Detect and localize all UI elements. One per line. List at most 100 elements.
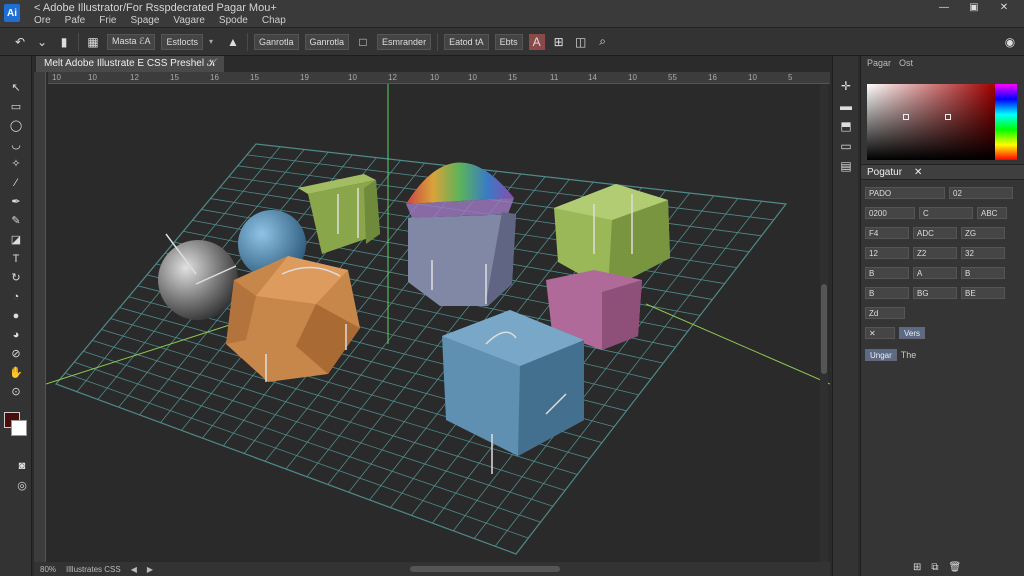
hue-slider[interactable]	[995, 84, 1017, 160]
stroke-toggle[interactable]: B	[865, 287, 909, 299]
brush-tool-icon[interactable]: ✎	[0, 211, 32, 230]
edit-field[interactable]: Eatod tA	[444, 33, 489, 50]
menu-item-pafe[interactable]: Pafe	[65, 15, 86, 26]
z-field[interactable]: ZG	[961, 227, 1005, 239]
version-icon[interactable]: ✕	[865, 327, 895, 339]
rotate-y-field[interactable]: Z2	[913, 247, 957, 259]
new-layer-icon[interactable]: ⊞	[913, 562, 921, 573]
search-icon[interactable]: ⌕	[595, 34, 611, 50]
layer-icon[interactable]: ▬	[833, 96, 859, 116]
type-tool-icon[interactable]: T	[0, 249, 32, 268]
nav-next-icon[interactable]: ▶	[147, 565, 153, 574]
stroke-swatch[interactable]	[11, 420, 27, 436]
menu-item-chap[interactable]: Chap	[262, 15, 286, 26]
hand-tool-icon[interactable]: ✋	[0, 363, 32, 382]
minimize-button[interactable]: —	[930, 0, 958, 14]
scale-tool-icon[interactable]: ⊘	[0, 344, 32, 363]
ungroup-button[interactable]: Ungar	[865, 349, 897, 361]
rotate-x-field[interactable]: 12	[865, 247, 909, 259]
move-icon[interactable]: ✛	[833, 76, 859, 96]
eyedropper-icon[interactable]: ⁄	[0, 173, 32, 192]
align-icon[interactable]: ▭	[833, 136, 859, 156]
warp-tool-icon[interactable]: ◔	[0, 287, 32, 306]
artboard-tool-icon[interactable]: ◪	[0, 230, 32, 249]
text-frame-icon[interactable]: ⊞	[551, 34, 567, 50]
magic-wand-icon[interactable]: ✧	[0, 154, 32, 173]
triangle-icon[interactable]: ▲	[225, 34, 241, 50]
settings-icon[interactable]: ◉	[1002, 34, 1018, 50]
zoom-level[interactable]: 80%	[40, 565, 56, 574]
width-field[interactable]: 0200	[865, 207, 915, 219]
y-field[interactable]: ADC	[913, 227, 957, 239]
duplicate-icon[interactable]: ⧉	[931, 562, 938, 573]
library-icon[interactable]: ▤	[833, 156, 859, 176]
horizontal-ruler: 10 10 12 15 16 15 19 10 12 10 10 15 11 1…	[48, 72, 830, 84]
back-arrow-icon[interactable]: ↶	[12, 34, 28, 50]
align-toggle[interactable]: A	[913, 267, 957, 279]
color-icon[interactable]: A	[528, 33, 545, 50]
app-logo: Ai	[4, 4, 20, 22]
chevron-down-icon[interactable]: ▾	[209, 37, 219, 46]
ebts-field[interactable]: Ebts	[494, 33, 523, 50]
effect-toggle[interactable]: BE	[961, 287, 1005, 299]
color-marker-2[interactable]	[945, 114, 951, 120]
rotate-z-field[interactable]: 32	[961, 247, 1005, 259]
tab-pagar[interactable]: Pagar	[867, 58, 891, 68]
frame-icon[interactable]: ◫	[573, 34, 589, 50]
button-suffix-label: The	[900, 350, 917, 360]
gray-sphere	[158, 240, 238, 320]
effects-field[interactable]: Estlocts	[161, 33, 203, 50]
lasso-tool-icon[interactable]: ◡	[0, 135, 32, 154]
document-tab[interactable]: Melt Adobe Illustrate E CSS Preshel 𝒦	[36, 56, 225, 72]
ruler-mark: 16	[210, 73, 219, 82]
delete-icon[interactable]: 🗑	[949, 562, 962, 573]
menu-item-spage[interactable]: Spage	[130, 15, 159, 26]
menu-item-spode[interactable]: Spode	[219, 15, 248, 26]
grid-icon[interactable]: ▦	[85, 34, 101, 50]
close-button[interactable]: ✕	[990, 0, 1018, 14]
zoom-tool-icon[interactable]: ⊙	[0, 382, 32, 401]
menu-item-ore[interactable]: Ore	[34, 15, 51, 26]
z-select[interactable]: Zd	[865, 307, 905, 319]
chevron-down-icon[interactable]: ⌄	[34, 34, 50, 50]
ruler-mark: 10	[748, 73, 757, 82]
height-field[interactable]: C	[919, 207, 973, 219]
close-icon[interactable]: ✕	[914, 167, 922, 178]
blob-tool-icon[interactable]: ●	[0, 306, 32, 325]
document-icon[interactable]: ▮	[56, 34, 72, 50]
menu-item-vagare[interactable]: Vagare	[173, 15, 205, 26]
vertical-scrollbar[interactable]	[820, 84, 828, 568]
transform-icon[interactable]: ⬒	[833, 116, 859, 136]
expander-field[interactable]: Esmrander	[377, 33, 432, 50]
selection-tool-icon[interactable]: ↖	[0, 78, 32, 97]
color-marker[interactable]	[903, 114, 909, 120]
nav-prev-icon[interactable]: ◀	[131, 565, 137, 574]
rotate-tool-icon[interactable]: ↻	[0, 268, 32, 287]
size-select[interactable]: 02	[949, 187, 1013, 199]
pen-tool-icon[interactable]: ✒	[0, 192, 32, 211]
maximize-button[interactable]: ▣	[960, 0, 988, 14]
color-picker-field[interactable]	[867, 84, 995, 160]
style-toggle[interactable]: B	[961, 267, 1005, 279]
window-title: < Adobe Illustrator/For Rsspdecrated Pag…	[34, 2, 277, 14]
preset-field[interactable]: Ganrotla	[253, 33, 299, 50]
style-field[interactable]: Masta ℰA	[107, 33, 156, 50]
tab-ost[interactable]: Ost	[899, 58, 913, 68]
horizontal-scrollbar[interactable]	[410, 566, 560, 572]
bg-toggle[interactable]: BG	[913, 287, 957, 299]
depth-field[interactable]: ABC	[977, 207, 1007, 219]
shape-builder-icon[interactable]: ◕	[0, 325, 32, 344]
rectangle-tool-icon[interactable]: ▭	[0, 97, 32, 116]
x-field[interactable]: F4	[865, 227, 909, 239]
menu-item-frie[interactable]: Frie	[99, 15, 116, 26]
scrollbar-thumb[interactable]	[821, 284, 827, 374]
font-select[interactable]: PADO	[865, 187, 945, 199]
preset-field-2[interactable]: Ganrotla	[304, 33, 350, 50]
ellipse-tool-icon[interactable]: ◯	[0, 116, 32, 135]
artboard-canvas[interactable]	[46, 84, 830, 568]
bold-toggle[interactable]: B	[865, 267, 909, 279]
square-icon[interactable]: □	[355, 34, 371, 50]
ruler-mark: 10	[628, 73, 637, 82]
properties-header: Pogatur ✕	[861, 164, 1024, 180]
version-select[interactable]: Vers	[899, 327, 926, 339]
